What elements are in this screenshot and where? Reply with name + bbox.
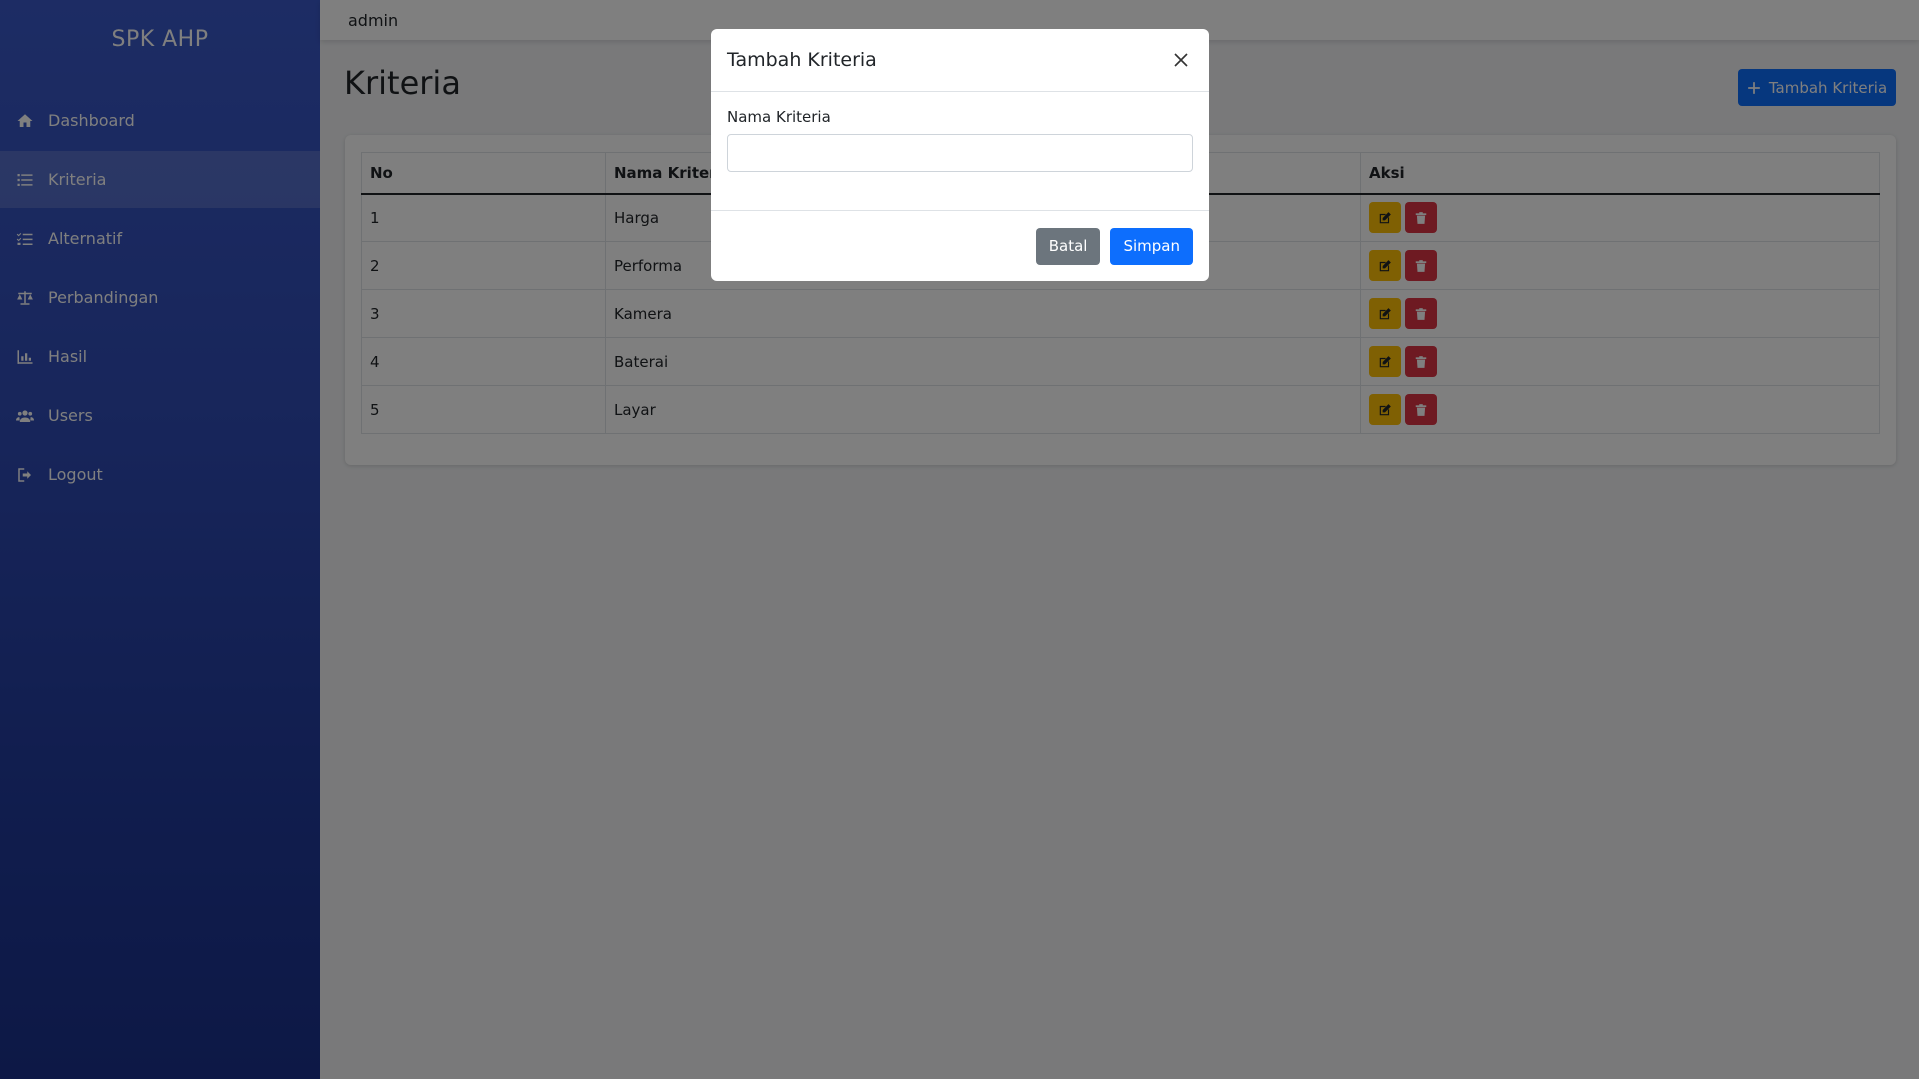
cancel-button[interactable]: Batal: [1035, 227, 1101, 265]
nama-kriteria-label: Nama Kriteria: [727, 108, 831, 126]
modal-body: Nama Kriteria: [711, 92, 1209, 211]
modal-close-button[interactable]: [1169, 48, 1193, 72]
modal-title: Tambah Kriteria: [727, 49, 877, 71]
close-icon: [1174, 53, 1188, 67]
modal-header: Tambah Kriteria: [711, 29, 1209, 92]
nama-kriteria-input[interactable]: [727, 134, 1193, 172]
modal-footer: Batal Simpan: [711, 211, 1209, 281]
tambah-kriteria-modal: Tambah Kriteria Nama Kriteria Batal Simp…: [711, 29, 1209, 281]
save-button[interactable]: Simpan: [1110, 227, 1193, 265]
